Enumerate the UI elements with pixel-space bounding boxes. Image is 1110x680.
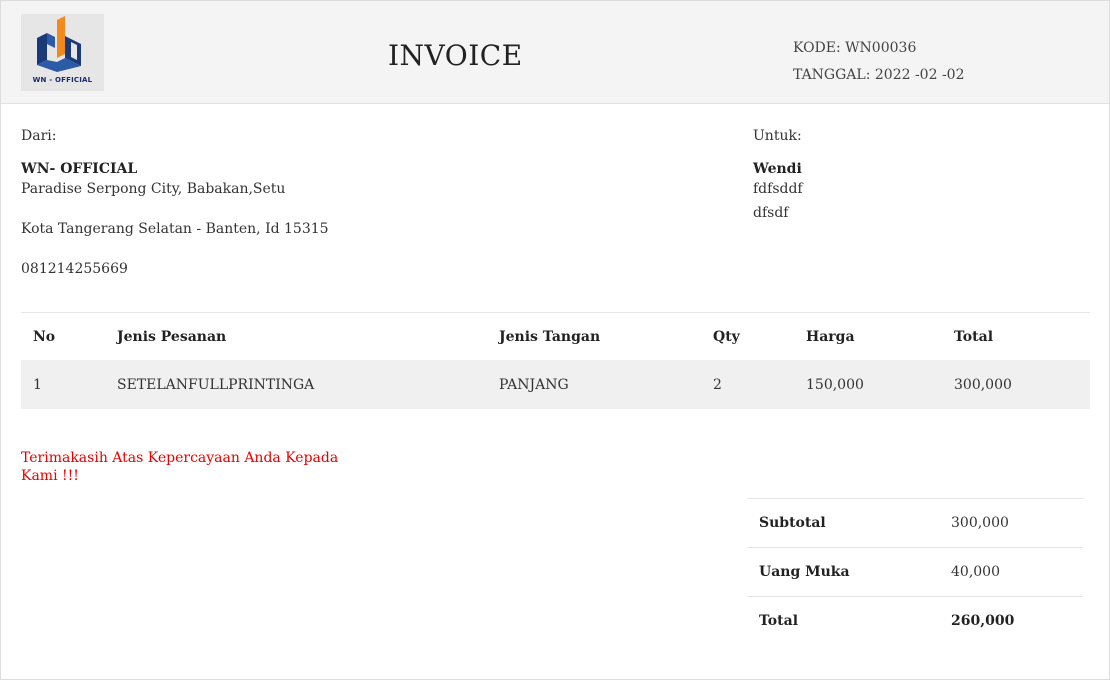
item-price: 150,000 [794,360,942,409]
totals-table: Subtotal 300,000 Uang Muka 40,000 Total … [747,498,1083,645]
sender-label: Dari: [21,128,57,144]
sender-phone: 081214255669 [21,261,128,277]
item-qty: 2 [701,360,794,409]
logo-mark-icon [37,16,81,72]
recipient-line2: dfsdf [753,205,789,221]
items-table: No Jenis Pesanan Jenis Tangan Qty Harga … [21,313,1090,409]
item-order-type: SETELANFULLPRINTINGA [105,360,487,409]
grand-total-label: Total [747,596,939,645]
sender-address-line2: Kota Tangerang Selatan - Banten, Id 1531… [21,221,329,237]
sender-name: WN- OFFICIAL [21,161,138,177]
column-header: No [33,328,56,345]
sender-address-line1: Paradise Serpong City, Babakan,Setu [21,181,286,197]
company-logo: WN - OFFICIAL [21,14,104,91]
grand-total-value: 260,000 [939,596,1083,645]
invoice-code: KODE: WN00036 [793,40,917,56]
column-header: Qty [713,328,740,345]
thank-you-note: Terimakasih Atas Kepercayaan Anda Kepada… [21,450,339,484]
column-header: Total [954,328,994,345]
table-row: 1 SETELANFULLPRINTINGA PANJANG 2 150,000… [21,360,1090,409]
invoice-document: WN - OFFICIAL INVOICE KODE: WN00036 TANG… [0,0,1110,680]
down-payment-row: Uang Muka 40,000 [747,547,1083,597]
recipient-name: Wendi [753,161,802,177]
invoice-meta: KODE: WN00036 TANGGAL: 2022 -02 -02 [793,35,965,89]
column-header: Jenis Pesanan [117,328,227,345]
item-no: 1 [21,360,105,409]
recipient-line1: fdfsddf [753,181,803,197]
invoice-header: WN - OFFICIAL INVOICE KODE: WN00036 TANG… [1,1,1109,104]
grand-total-row: Total 260,000 [747,596,1083,645]
invoice-date: TANGGAL: 2022 -02 -02 [793,67,965,83]
recipient-label: Untuk: [753,128,802,144]
sender-block: Dari: WN- OFFICIAL Paradise Serpong City… [21,124,329,281]
item-total: 300,000 [942,360,1090,409]
item-sleeve-type: PANJANG [487,360,701,409]
down-payment-label: Uang Muka [747,547,939,597]
down-payment-value: 40,000 [939,547,1083,597]
subtotal-value: 300,000 [939,498,1083,548]
subtotal-label: Subtotal [747,498,939,548]
subtotal-row: Subtotal 300,000 [747,498,1083,548]
items-header-row: No Jenis Pesanan Jenis Tangan Qty Harga … [21,313,1090,360]
column-header: Jenis Tangan [499,328,601,345]
page-title: INVOICE [388,39,523,72]
recipient-block: Untuk: Wendi fdfsddf dfsdf [753,124,803,225]
column-header: Harga [806,328,855,345]
logo-text: WN - OFFICIAL [32,76,93,84]
